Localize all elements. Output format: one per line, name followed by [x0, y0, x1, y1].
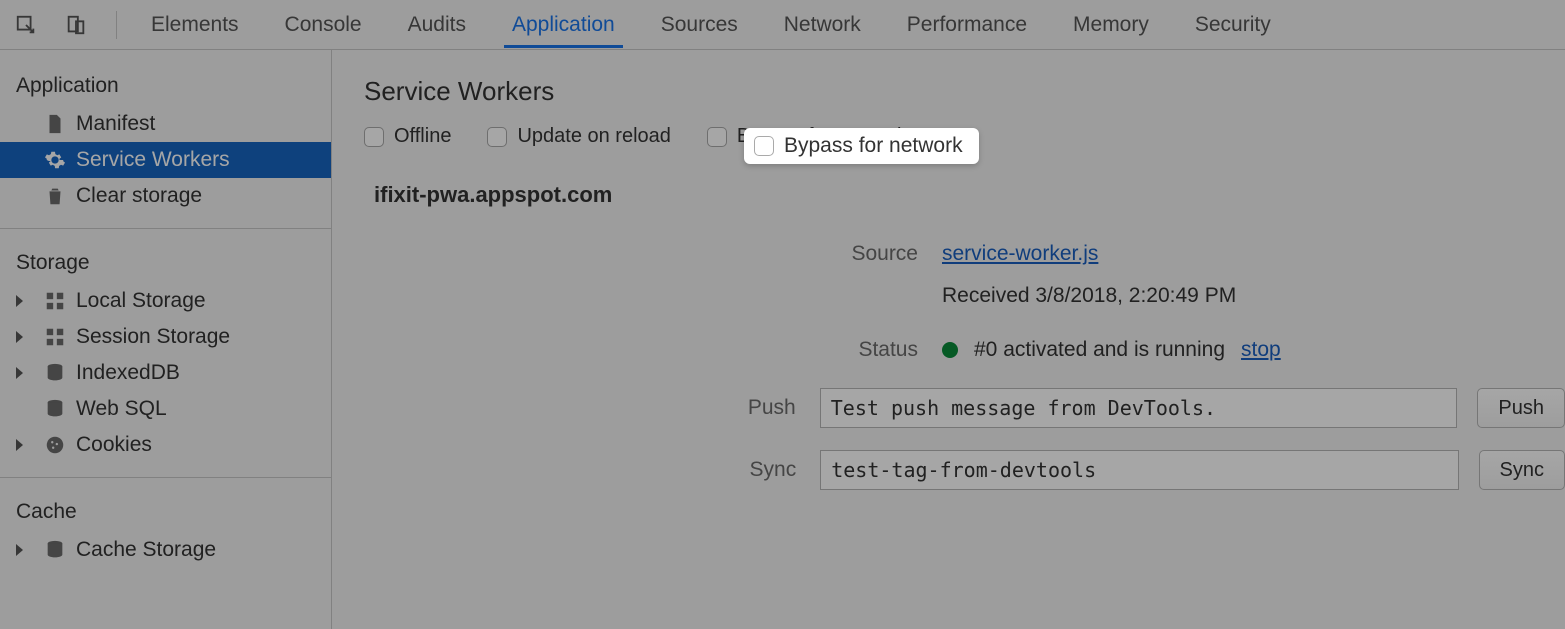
db-icon — [44, 398, 66, 420]
source-link[interactable]: service-worker.js — [942, 242, 1098, 266]
update-on-reload-label: Update on reload — [517, 125, 670, 148]
sidebar-item-label: Session Storage — [76, 325, 230, 349]
db-icon — [44, 362, 66, 384]
sync-input[interactable] — [820, 450, 1458, 490]
tab-memory[interactable]: Memory — [1065, 1, 1157, 48]
service-worker-domain: ifixit-pwa.appspot.com — [332, 182, 1565, 208]
db-icon — [44, 539, 66, 561]
sidebar-item-label: Manifest — [76, 112, 155, 136]
status-label: Status — [332, 338, 942, 362]
checkbox-icon — [364, 127, 384, 147]
sidebar-item-service-workers[interactable]: Service Workers — [0, 142, 331, 178]
status-text: #0 activated and is running — [974, 338, 1225, 362]
expand-caret-icon — [16, 331, 23, 343]
status-dot-icon — [942, 342, 958, 358]
source-label: Source — [332, 242, 942, 266]
push-label: Push — [332, 396, 820, 420]
push-button[interactable]: Push — [1477, 388, 1565, 428]
tab-audits[interactable]: Audits — [400, 1, 474, 48]
sidebar-item-label: Web SQL — [76, 397, 167, 421]
received-timestamp: Received 3/8/2018, 2:20:49 PM — [332, 284, 1565, 308]
sidebar-item-session-storage[interactable]: Session Storage — [0, 319, 331, 355]
push-input[interactable] — [820, 388, 1458, 428]
stop-link[interactable]: stop — [1241, 338, 1281, 362]
grid-icon — [44, 326, 66, 348]
expand-caret-icon — [16, 367, 23, 379]
sidebar-item-label: Cache Storage — [76, 538, 216, 562]
sidebar-item-label: Service Workers — [76, 148, 230, 172]
sidebar-item-indexeddb[interactable]: IndexedDB — [0, 355, 331, 391]
sidebar-item-manifest[interactable]: Manifest — [0, 106, 331, 142]
tab-network[interactable]: Network — [776, 1, 869, 48]
sync-button[interactable]: Sync — [1479, 450, 1565, 490]
bypass-for-network-checkbox[interactable]: Bypass for network — [744, 128, 979, 164]
sidebar-item-label: Cookies — [76, 433, 152, 457]
toolbar-divider — [116, 11, 117, 39]
sidebar-section-cache: Cache — [0, 492, 331, 532]
sync-label: Sync — [332, 458, 820, 482]
application-sidebar: Application Manifest Service Workers Clear … — [0, 50, 332, 629]
tab-security[interactable]: Security — [1187, 1, 1279, 48]
sidebar-item-local-storage[interactable]: Local Storage — [0, 283, 331, 319]
tab-elements[interactable]: Elements — [143, 1, 247, 48]
tab-sources[interactable]: Sources — [653, 1, 746, 48]
sidebar-item-label: Clear storage — [76, 184, 202, 208]
sidebar-item-web-sql[interactable]: Web SQL — [0, 391, 331, 427]
checkbox-icon — [487, 127, 507, 147]
expand-caret-icon — [16, 439, 23, 451]
sidebar-item-label: IndexedDB — [76, 361, 180, 385]
tab-console[interactable]: Console — [277, 1, 370, 48]
inspect-icon[interactable] — [12, 11, 40, 39]
cookie-icon — [44, 434, 66, 456]
offline-label: Offline — [394, 125, 451, 148]
device-toggle-icon[interactable] — [62, 11, 90, 39]
checkbox-icon — [754, 136, 774, 156]
sidebar-item-clear-storage[interactable]: Clear storage — [0, 178, 331, 214]
sidebar-item-cookies[interactable]: Cookies — [0, 427, 331, 463]
sidebar-item-label: Local Storage — [76, 289, 206, 313]
tab-application[interactable]: Application — [504, 1, 623, 48]
panel-title: Service Workers — [332, 76, 1565, 107]
gear-icon — [44, 149, 66, 171]
sidebar-section-storage: Storage — [0, 243, 331, 283]
bypass-label-highlight: Bypass for network — [784, 134, 963, 158]
devtools-toolbar: Elements Console Audits Application Sources N… — [0, 0, 1565, 50]
trash-icon — [44, 185, 66, 207]
tab-performance[interactable]: Performance — [899, 1, 1035, 48]
checkbox-icon — [707, 127, 727, 147]
expand-caret-icon — [16, 295, 23, 307]
expand-caret-icon — [16, 544, 23, 556]
file-icon — [44, 113, 66, 135]
grid-icon — [44, 290, 66, 312]
sidebar-item-cache-storage[interactable]: Cache Storage — [0, 532, 331, 568]
sidebar-section-application: Application — [0, 66, 331, 106]
offline-checkbox[interactable]: Offline — [364, 125, 451, 148]
update-on-reload-checkbox[interactable]: Update on reload — [487, 125, 670, 148]
